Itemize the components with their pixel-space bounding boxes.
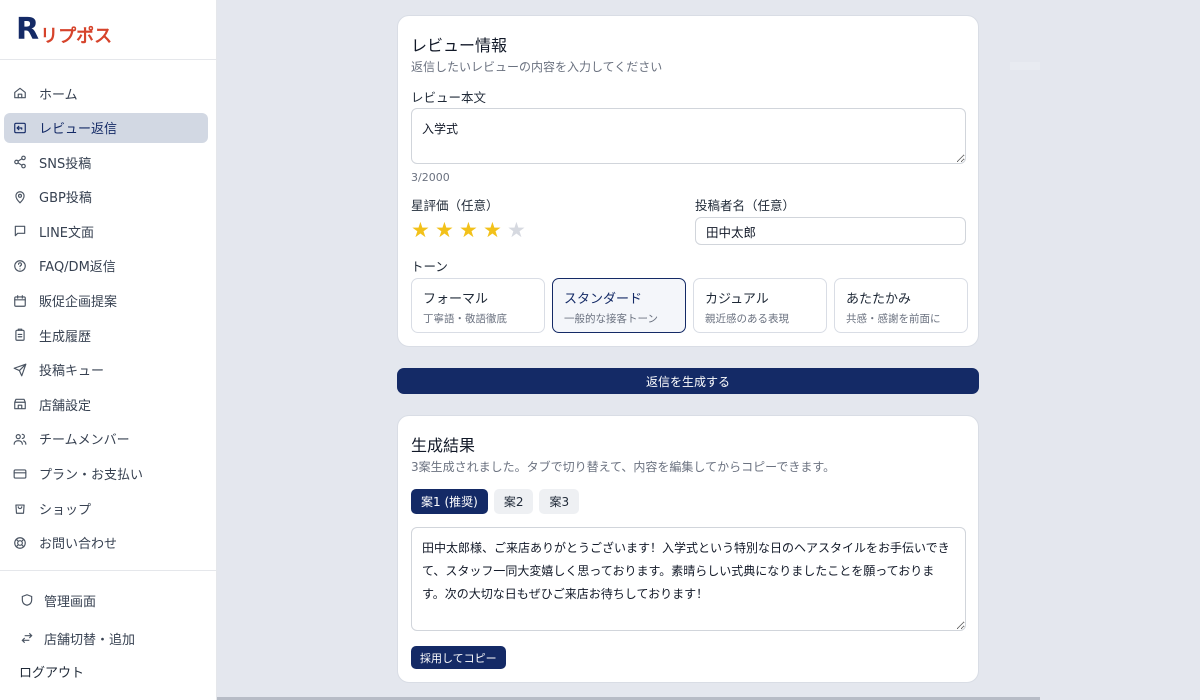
review-body-textarea[interactable] (411, 108, 966, 164)
sidebar-item-clipboard[interactable]: 生成履歴 (4, 320, 208, 350)
sidebar-item-label: 投稿キュー (39, 364, 105, 380)
sidebar-item-label: 店舗設定 (39, 398, 92, 414)
sidebar-item-label: SNS投稿 (39, 156, 92, 172)
sidebar-item-label: レビュー返信 (39, 122, 118, 138)
review-info-subtitle: 返信したいレビューの内容を入力してください (411, 60, 663, 74)
sidebar-item-message[interactable]: LINE文面 (4, 216, 208, 246)
credit-card-icon (13, 467, 27, 481)
star-icon[interactable]: ★ (411, 219, 435, 241)
author-label: 投稿者名（任意） (695, 198, 796, 213)
sidebar-item-map-pin[interactable]: GBP投稿 (4, 182, 208, 212)
tone-name: カジュアル (705, 292, 769, 307)
tone-description: 共感・感謝を前面に (846, 313, 941, 325)
logout-link[interactable]: ログアウト (0, 661, 216, 681)
tone-option[interactable]: カジュアル親近感のある表現 (693, 278, 827, 333)
tone-option[interactable]: フォーマル丁寧語・敬語徹底 (411, 278, 545, 333)
brand-name: リプポス (40, 25, 113, 47)
admin-link[interactable]: 管理画面 (0, 585, 216, 615)
admin-label: 管理画面 (44, 594, 97, 610)
result-card: 生成結果 3案生成されました。タブで切り替えて、内容を編集してからコピーできます… (397, 415, 979, 683)
rating-label: 星評価（任意） (411, 198, 499, 213)
author-input[interactable] (695, 217, 966, 245)
result-tab[interactable]: 案1 (推奨) (411, 489, 488, 514)
tone-option[interactable]: スタンダード一般的な接客トーン (552, 278, 686, 333)
sidebar-item-help[interactable]: FAQ/DM返信 (4, 251, 208, 281)
tone-label: トーン (411, 259, 448, 274)
star-icon[interactable]: ★ (435, 219, 459, 241)
send-icon (13, 363, 27, 377)
sidebar-footer: 管理画面 店舗切替・追加 ログアウト (0, 570, 216, 681)
review-info-card: レビュー情報 返信したいレビューの内容を入力してください レビュー本文 3/20… (397, 15, 979, 347)
result-subtitle: 3案生成されました。タブで切り替えて、内容を編集してからコピーできます。 (411, 460, 836, 474)
star-icon[interactable]: ★ (459, 219, 483, 241)
background-fragment (1010, 62, 1040, 70)
tone-description: 丁寧語・敬語徹底 (423, 313, 507, 325)
sidebar-item-users[interactable]: チームメンバー (4, 424, 208, 454)
sidebar-item-label: チームメンバー (39, 433, 130, 449)
reply-icon (13, 121, 27, 135)
store-icon (13, 397, 27, 411)
adopt-copy-button[interactable]: 採用してコピー (411, 646, 506, 669)
sidebar-item-label: 販促企画提案 (39, 295, 118, 311)
star-icon[interactable]: ★ (483, 219, 507, 241)
tone-name: あたたかみ (846, 292, 912, 307)
sidebar-nav: ホームレビュー返信 SNS投稿 GBP投稿 LINE文面 FAQ/DM返信 販促企画提案生… (0, 60, 216, 558)
result-tab[interactable]: 案2 (493, 489, 534, 514)
home-icon (13, 86, 27, 100)
sidebar-item-label: 生成履歴 (39, 329, 92, 345)
char-counter: 3/2000 (411, 171, 450, 184)
message-icon (13, 224, 27, 238)
help-icon (13, 259, 27, 273)
calendar-icon (13, 294, 27, 308)
store-switch-label: 店舗切替・追加 (44, 632, 136, 648)
sidebar-item-share[interactable]: SNS投稿 (4, 147, 208, 177)
tone-description: 親近感のある表現 (705, 313, 789, 325)
lifebuoy-icon (13, 536, 27, 550)
star-rating: ★ ★ ★ ★ ★ (411, 219, 531, 241)
sidebar-item-label: プラン・お支払い (39, 468, 144, 484)
map-pin-icon (13, 190, 27, 204)
review-body-label: レビュー本文 (411, 90, 487, 105)
tone-options: フォーマル 丁寧語・敬語徹底 スタンダード 一般的な接客トーン カジュアル 親近感のある表… (411, 278, 968, 333)
sidebar-item-label: ショップ (39, 502, 92, 518)
review-info-title: レビュー情報 (411, 36, 508, 55)
star-icon[interactable]: ★ (507, 219, 531, 241)
swap-arrows-icon (20, 631, 34, 645)
sidebar-item-send[interactable]: 投稿キュー (4, 355, 208, 385)
sidebar-item-store[interactable]: 店舗設定 (4, 389, 208, 419)
sidebar: R リプポス ホームレビュー返信 SNS投稿 GBP投稿 LINE文面 FAQ/DM返信… (0, 0, 217, 700)
result-textarea[interactable] (411, 527, 966, 631)
clipboard-icon (13, 328, 27, 342)
sidebar-item-label: お問い合わせ (39, 537, 118, 553)
shield-icon (20, 593, 34, 607)
sidebar-item-calendar[interactable]: 販促企画提案 (4, 286, 208, 316)
result-tabs: 案1 (推奨) 案2 案3 (411, 489, 580, 514)
store-switch-link[interactable]: 店舗切替・追加 (0, 623, 216, 653)
users-icon (13, 432, 27, 446)
shopping-bag-icon (13, 501, 27, 515)
result-title: 生成結果 (411, 436, 476, 455)
tone-name: スタンダード (564, 292, 643, 307)
tone-name: フォーマル (423, 292, 489, 307)
brand-logo[interactable]: R リプポス (0, 0, 216, 60)
brand-letter: R (16, 11, 40, 47)
sidebar-item-label: GBP投稿 (39, 191, 92, 207)
sidebar-item-label: ホーム (39, 87, 78, 103)
sidebar-item-label: FAQ/DM返信 (39, 260, 116, 276)
generate-reply-button[interactable]: 返信を生成する (397, 368, 979, 394)
sidebar-item-label: LINE文面 (39, 225, 95, 241)
tone-option[interactable]: あたたかみ共感・感謝を前面に (834, 278, 968, 333)
share-icon (13, 155, 27, 169)
tone-description: 一般的な接客トーン (564, 313, 658, 325)
sidebar-item-home[interactable]: ホーム (4, 78, 208, 108)
sidebar-item-reply[interactable]: レビュー返信 (4, 112, 208, 143)
sidebar-item-credit-card[interactable]: プラン・お支払い (4, 459, 208, 489)
sidebar-item-lifebuoy[interactable]: お問い合わせ (4, 528, 208, 558)
result-tab[interactable]: 案3 (539, 489, 580, 514)
sidebar-item-shopping-bag[interactable]: ショップ (4, 493, 208, 523)
